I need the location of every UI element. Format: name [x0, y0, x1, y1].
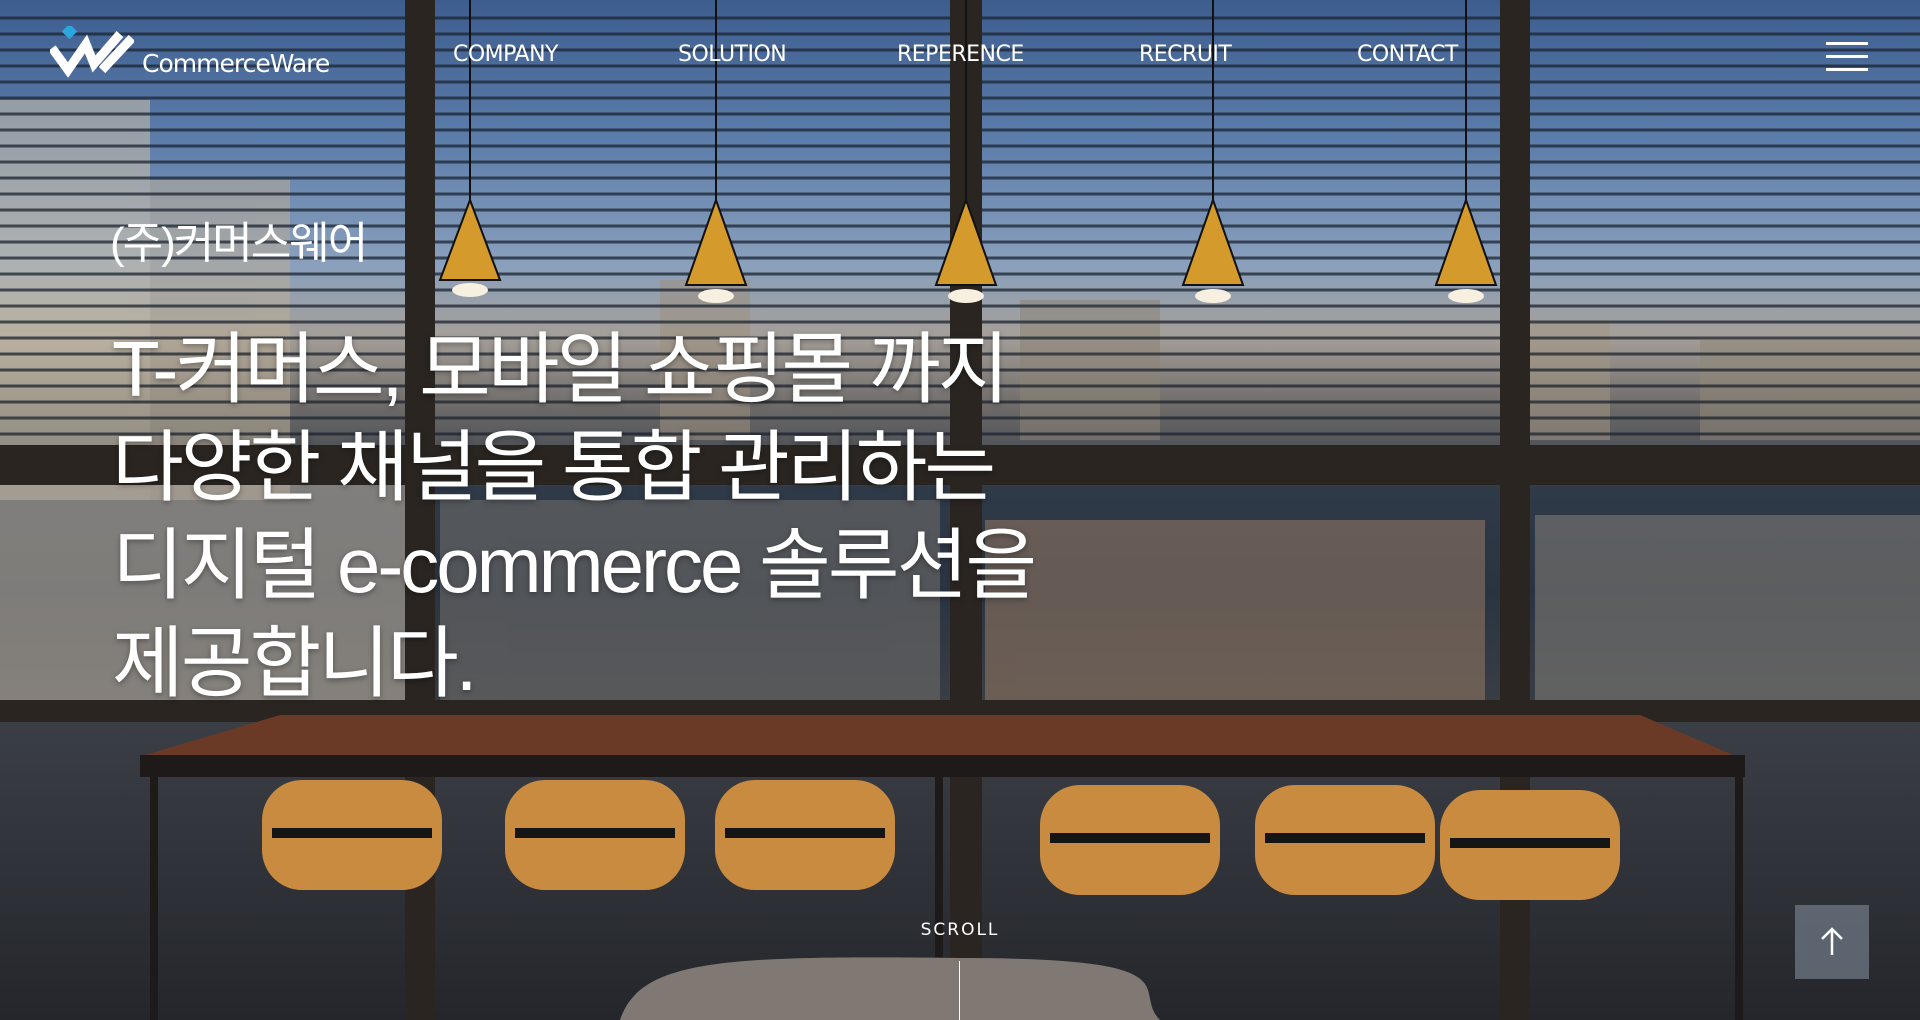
site-header: CommerceWare COMPANY SOLUTION REPERENCE …: [0, 0, 1920, 116]
arrow-up-icon: [1821, 927, 1843, 955]
hero-headline: T-커머스, 모바일 쇼핑몰 까지 다양한 채널을 통합 관리하는 디지털 e-…: [112, 320, 1037, 712]
nav-item-recruit[interactable]: RECRUIT: [1139, 42, 1232, 67]
hero-section: CommerceWare COMPANY SOLUTION REPERENCE …: [0, 0, 1920, 1020]
scroll-indicator: SCROLL: [0, 920, 1920, 940]
headline-line: 다양한 채널을 통합 관리하는: [112, 423, 996, 511]
nav-item-contact[interactable]: CONTACT: [1357, 42, 1458, 67]
hamburger-menu-icon[interactable]: [1826, 42, 1868, 72]
headline-line: 디지털 e-commerce 솔루션을: [112, 521, 1037, 609]
nav-item-solution[interactable]: SOLUTION: [678, 42, 787, 67]
headline-line: 제공합니다.: [112, 619, 477, 707]
scroll-label[interactable]: SCROLL: [921, 920, 1000, 940]
nav-item-company[interactable]: COMPANY: [453, 42, 558, 67]
back-to-top-button[interactable]: [1795, 905, 1869, 979]
scroll-line: [959, 961, 960, 1020]
nav-item-reference[interactable]: REPERENCE: [897, 42, 1024, 67]
main-navigation: COMPANY SOLUTION REPERENCE RECRUIT CONTA…: [0, 42, 1920, 74]
headline-line: T-커머스, 모바일 쇼핑몰 까지: [112, 325, 1009, 413]
company-name: (주)커머스웨어: [110, 219, 368, 268]
